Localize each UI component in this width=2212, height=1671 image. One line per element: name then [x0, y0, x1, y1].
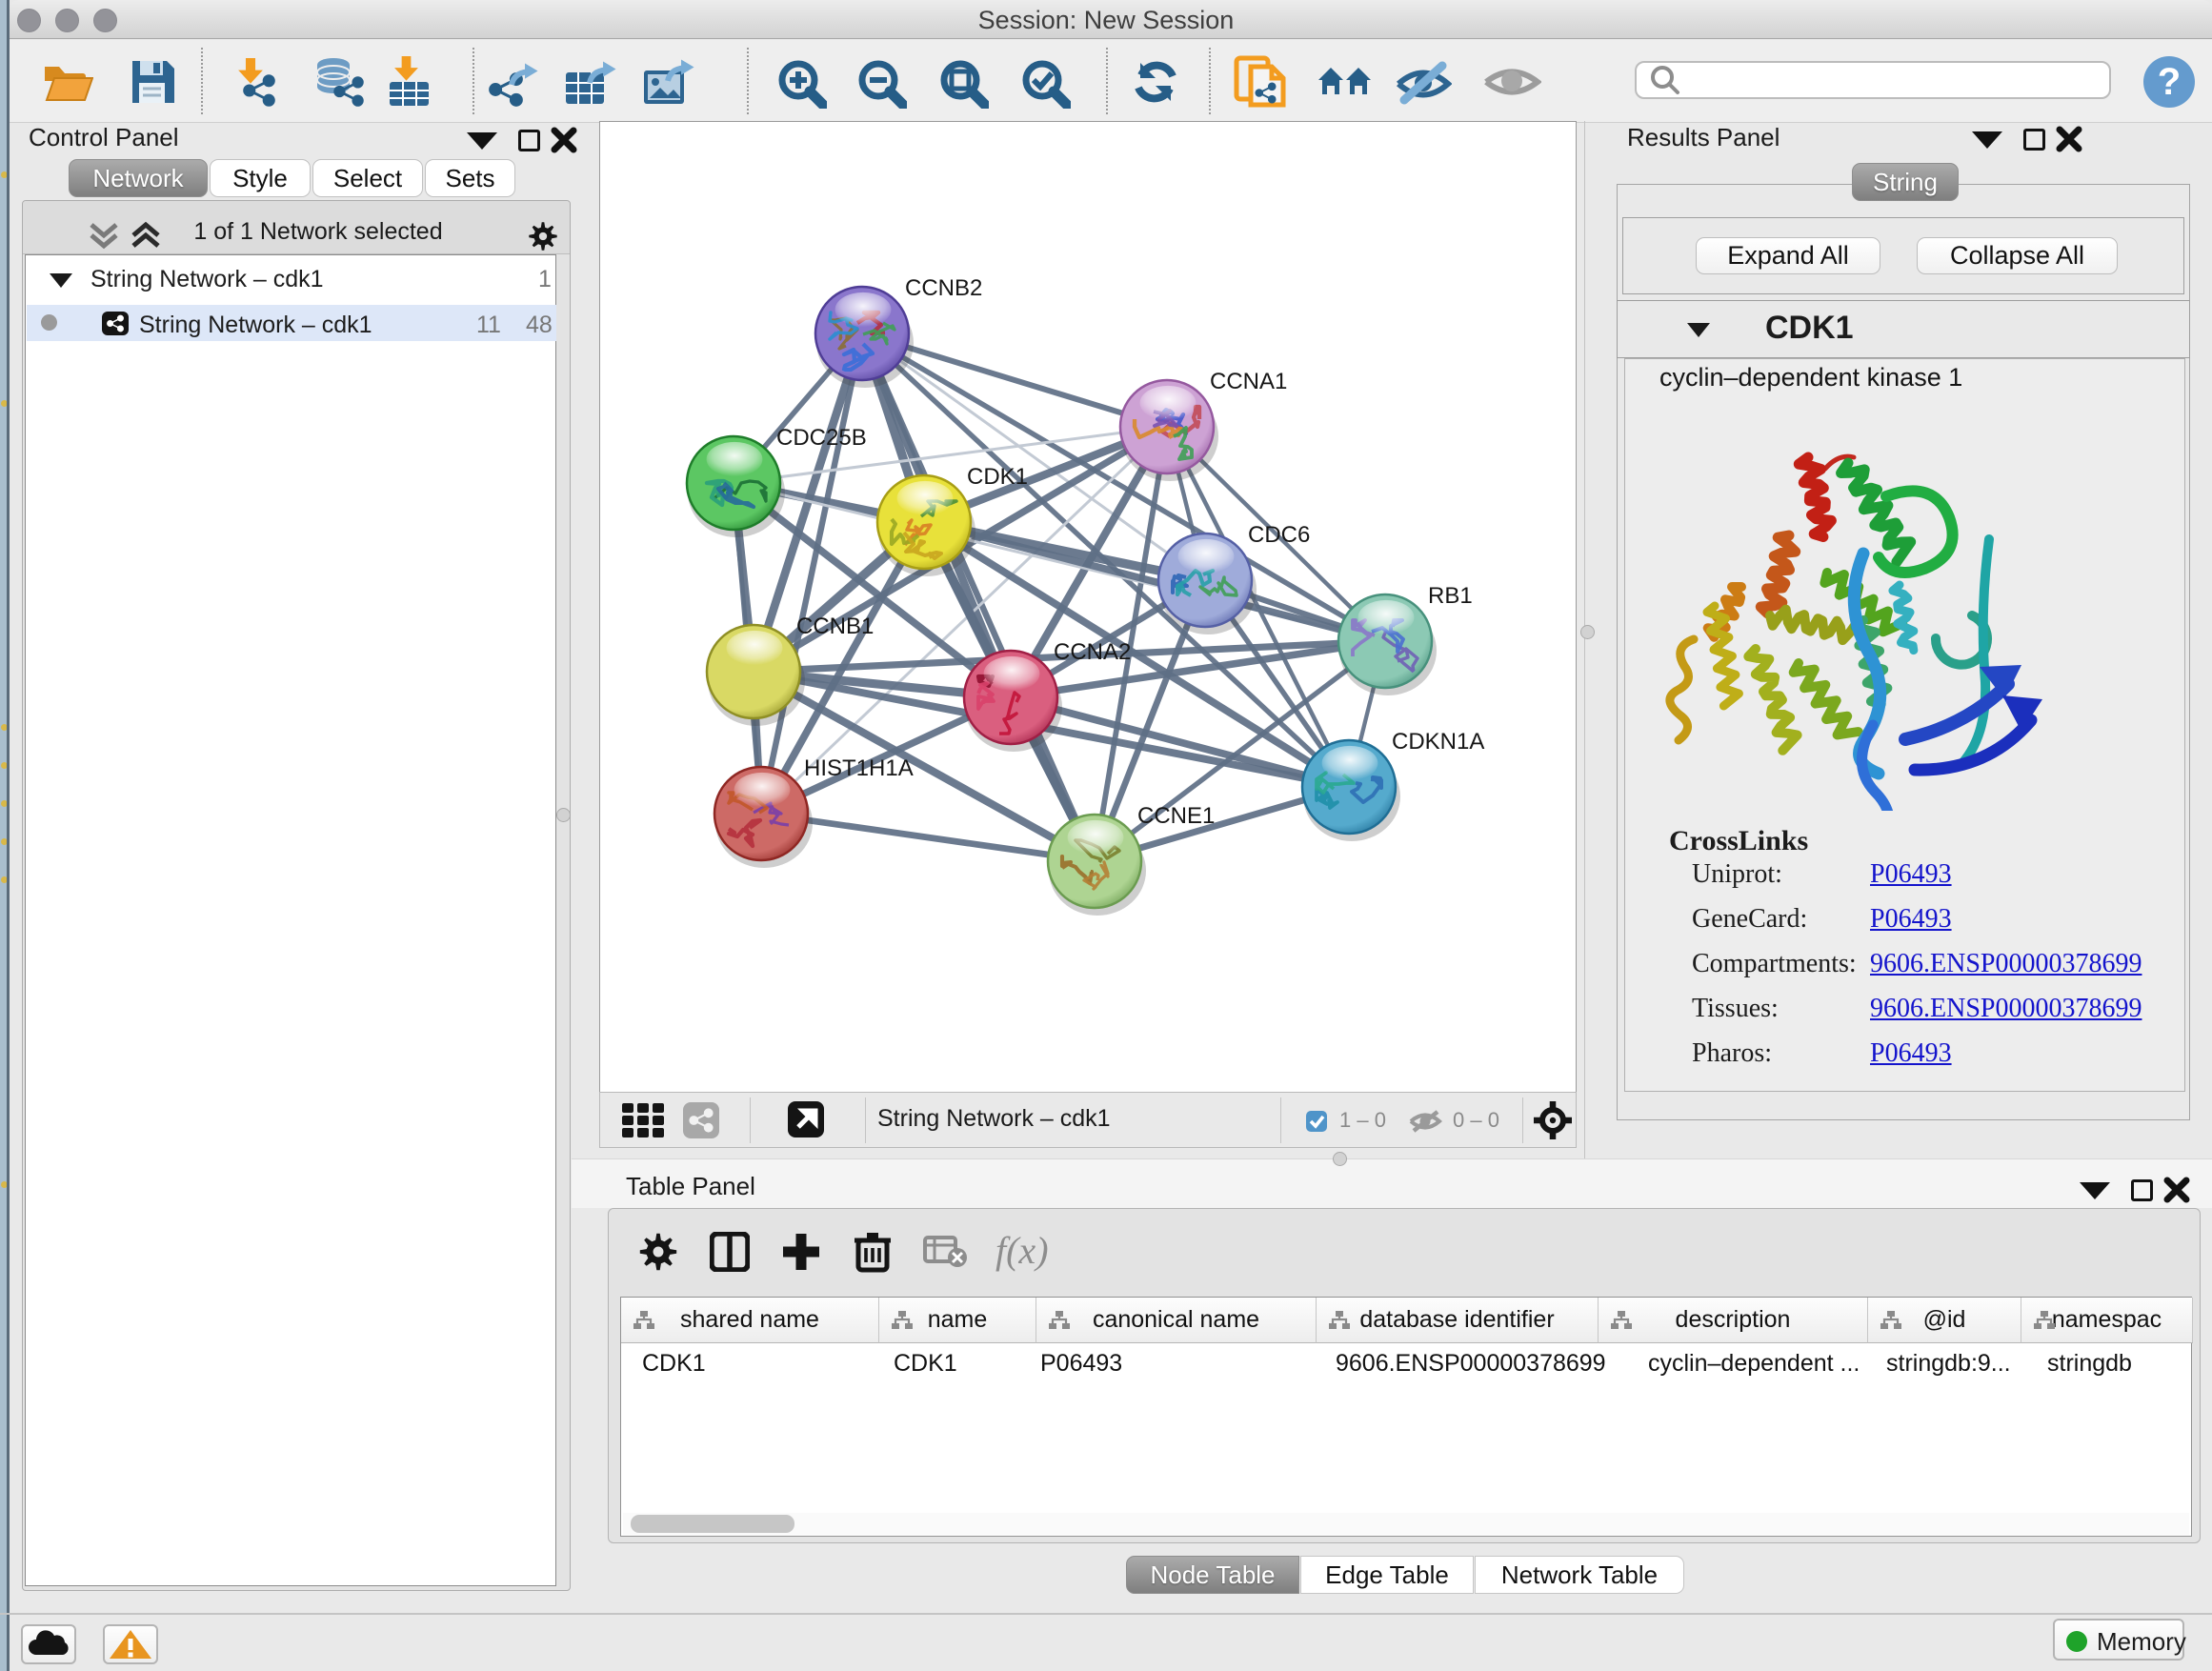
svg-text:HIST1H1A: HIST1H1A	[804, 755, 914, 781]
svg-text:CDKN1A: CDKN1A	[1392, 729, 1484, 755]
svg-text:CCNB1: CCNB1	[796, 614, 874, 639]
svg-text:CDK1: CDK1	[967, 464, 1028, 490]
svg-text:CDC6: CDC6	[1248, 522, 1310, 548]
svg-text:RB1: RB1	[1428, 583, 1473, 609]
svg-text:CCNA2: CCNA2	[1054, 639, 1131, 665]
svg-text:?: ?	[2158, 61, 2181, 103]
svg-text:CDC25B: CDC25B	[776, 425, 867, 451]
svg-text:CCNA1: CCNA1	[1210, 369, 1287, 394]
svg-text:CCNE1: CCNE1	[1137, 803, 1215, 829]
svg-text:CCNB2: CCNB2	[905, 275, 982, 301]
